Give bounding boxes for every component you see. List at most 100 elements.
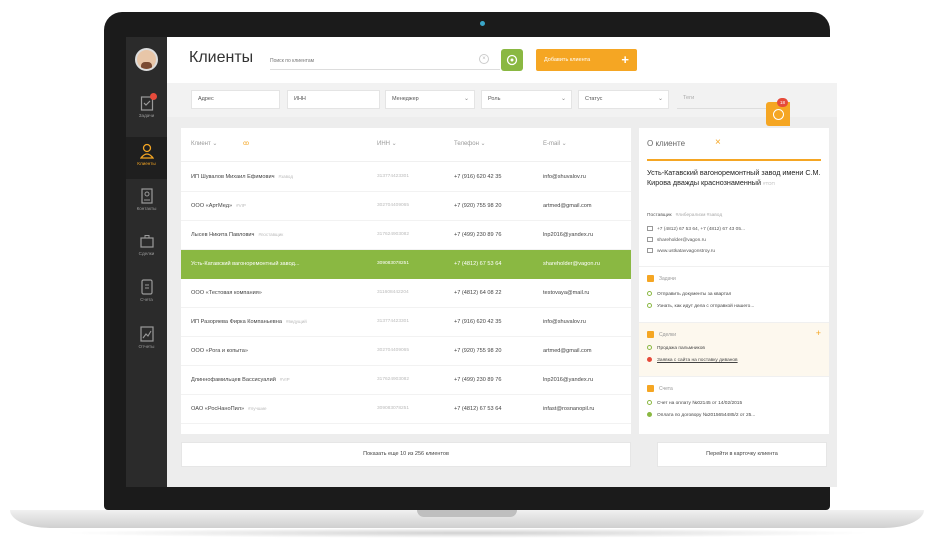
manager-select[interactable]: Менеджер ⌄ — [385, 90, 475, 109]
status-dot — [647, 400, 652, 405]
table-row[interactable]: ООО «АртМед» #VIP 302704409065 +7 (920) 7… — [181, 192, 631, 221]
client-phone: +7 (4812) 64 08 22 — [454, 290, 502, 296]
company-tag: #ТОП — [762, 180, 775, 186]
sidebar-item-label: Задачи — [138, 113, 155, 118]
invoice-item-text: Счет на оплату №02145 от 14/02/2015 — [657, 400, 743, 406]
sidebar-item-contacts[interactable]: Контакты — [126, 182, 167, 224]
client-inn: 302704409065 — [377, 203, 410, 208]
table-row[interactable]: ООО «Тестовая компания» 311608442204 +7 … — [181, 279, 631, 308]
client-name: Длиннофамильцев Вассисуалий #VIP — [191, 377, 371, 383]
column-header-client[interactable]: Клиент ⌄ — [191, 140, 217, 147]
sidebar-item-label: Клиенты — [137, 161, 156, 166]
client-email: info@shuvalov.ru — [543, 174, 586, 180]
client-name: ИП Разоряева Фирка Компаньевна #ведущий — [191, 319, 371, 325]
table-row-selected[interactable]: Усть-Катавский вагоноремонтный завод... … — [181, 250, 631, 279]
deal-item[interactable]: Продажа пальмников — [647, 345, 705, 351]
client-name-text: ОАО «РосНаноПил» — [191, 406, 245, 412]
filter-icon[interactable]: ꝏ — [243, 140, 249, 147]
clear-search-icon[interactable]: × — [479, 54, 489, 64]
column-header-email[interactable]: E-mail ⌄ — [543, 140, 567, 147]
sidebar-item-invoices[interactable]: Счета — [126, 273, 167, 315]
show-more-button[interactable]: Показать еще 10 из 256 клиентов — [181, 442, 631, 467]
client-name-text: Усть-Катавский вагоноремонтный завод... — [191, 261, 300, 267]
add-client-label: Добавить клиента — [544, 57, 591, 63]
status-select-label: Статус — [585, 96, 603, 102]
table-row[interactable]: ИП Шувалов Михаил Ефимович #завод 3137744… — [181, 163, 631, 192]
sidebar-item-deals[interactable]: Сделки — [126, 227, 167, 269]
user-icon — [139, 143, 154, 159]
invoices-section: Счета Счет на оплату №02145 от 14/02/201… — [639, 376, 829, 434]
address-filter[interactable]: Адрес — [191, 90, 280, 109]
search-button[interactable] — [501, 49, 523, 71]
client-email: shareholder@vagon.ru — [543, 261, 600, 267]
company-phones-text: +7 (4812) 67 53 64, +7 (4812) 67 43 05..… — [657, 226, 746, 232]
client-name: Лысев Никита Павлович #поставщик — [191, 232, 371, 238]
task-item[interactable]: Узнать, как идут дела с отправкой нашего… — [647, 303, 754, 309]
status-select[interactable]: Статус ⌄ — [578, 90, 669, 109]
tags-input-label: Теги — [683, 95, 695, 101]
client-email: artmed@gmail.com — [543, 203, 592, 209]
camera-dot — [480, 21, 485, 26]
table-row[interactable]: Лысев Никита Павлович #поставщик 31762490… — [181, 221, 631, 250]
client-email: testovaya@mail.ru — [543, 290, 590, 296]
client-name: ОАО «РосНаноПил» #лучшие — [191, 406, 371, 412]
client-name: Усть-Катавский вагоноремонтный завод... — [191, 261, 371, 267]
client-name: ИП Шувалов Михаил Ефимович #завод — [191, 174, 371, 180]
deal-item[interactable]: Заявка с сайта на поставку диванов — [647, 357, 738, 363]
chevron-down-icon: ⌄ — [463, 96, 469, 102]
globe-icon — [647, 248, 653, 253]
page-header: Клиенты × Добавить клиента + — [167, 37, 837, 83]
client-phone: +7 (920) 755 98 20 — [454, 203, 502, 209]
table-header: Клиент ⌄ ꝏ ИНН ⌄ Телефон ⌄ E-mail ⌄ — [181, 128, 631, 162]
search-icon — [506, 54, 518, 66]
company-email[interactable]: shareholder@vagon.ru — [647, 237, 706, 243]
table-row[interactable]: ОАО «РосНаноПил» #лучшие 309083078251 +7 … — [181, 395, 631, 424]
client-inn: 313774423301 — [377, 174, 410, 179]
task-item[interactable]: Отправить документы за квартал — [647, 291, 731, 297]
client-name-text: ООО «АртМед» — [191, 203, 233, 209]
status-dot — [647, 412, 652, 417]
laptop-frame: Задачи Клиенты Контакты Сделки Счета Отч — [0, 0, 934, 543]
role-select[interactable]: Роль ⌄ — [481, 90, 572, 109]
sidebar-item-tasks[interactable]: Задачи — [126, 89, 167, 131]
client-inn: 317624903082 — [377, 377, 410, 382]
invoice-item-text: Оплата по договору №2015654485/2 от 25..… — [657, 412, 756, 418]
sidebar-item-clients[interactable]: Клиенты — [126, 137, 167, 179]
client-inn: 311608442204 — [377, 290, 409, 295]
column-header-inn[interactable]: ИНН ⌄ — [377, 140, 397, 147]
status-dot — [647, 291, 652, 296]
company-email-text: shareholder@vagon.ru — [657, 237, 706, 243]
sidebar-item-label: Счета — [140, 297, 153, 302]
tasks-section-header: Задачи — [647, 275, 676, 282]
invoice-icon — [140, 279, 153, 295]
client-email: lnp2016@yandex.ru — [543, 232, 594, 238]
sidebar-item-reports[interactable]: Отчеты — [126, 320, 167, 362]
add-client-button[interactable]: Добавить клиента + — [536, 49, 637, 71]
column-header-phone[interactable]: Телефон ⌄ — [454, 140, 486, 147]
inn-filter-label: ИНН — [294, 96, 306, 102]
contact-card-icon — [140, 188, 153, 204]
sidebar: Задачи Клиенты Контакты Сделки Счета Отч — [126, 37, 167, 487]
table-row[interactable]: ИП Разоряева Фирка Компаньевна #ведущий 3… — [181, 308, 631, 337]
page-title: Клиенты — [189, 49, 254, 66]
company-site[interactable]: www.ustkatavvagonstroy.ru — [647, 248, 715, 254]
app-screen: Задачи Клиенты Контакты Сделки Счета Отч — [126, 37, 837, 487]
invoice-item[interactable]: Оплата по договору №2015654485/2 от 25..… — [647, 412, 755, 418]
status-dot — [647, 345, 652, 350]
client-tag: #ведущий — [285, 319, 307, 324]
inn-filter[interactable]: ИНН — [287, 90, 380, 109]
goto-client-card-button[interactable]: Перейти в карточку клиента — [657, 442, 827, 467]
table-row[interactable]: Длиннофамильцев Вассисуалий #VIP 31762490… — [181, 366, 631, 395]
client-name-text: Длиннофамильцев Вассисуалий — [191, 377, 276, 383]
avatar[interactable] — [135, 48, 158, 71]
deal-item-text: Заявка с сайта на поставку диванов — [657, 357, 738, 363]
detail-title: О клиенте — [647, 139, 686, 148]
add-deal-plus-icon[interactable]: + — [816, 328, 821, 338]
table-row[interactable]: ООО «Рога и копыта» 302704409065 +7 (920… — [181, 337, 631, 366]
sidebar-item-label: Отчеты — [138, 344, 155, 349]
search-input[interactable] — [270, 52, 500, 70]
invoice-item[interactable]: Счет на оплату №02145 от 14/02/2015 — [647, 400, 742, 406]
task-item-text: Узнать, как идут дела с отправкой нашего… — [657, 303, 755, 309]
close-icon[interactable]: × — [715, 137, 721, 148]
client-tag: #поставщик — [258, 232, 284, 237]
